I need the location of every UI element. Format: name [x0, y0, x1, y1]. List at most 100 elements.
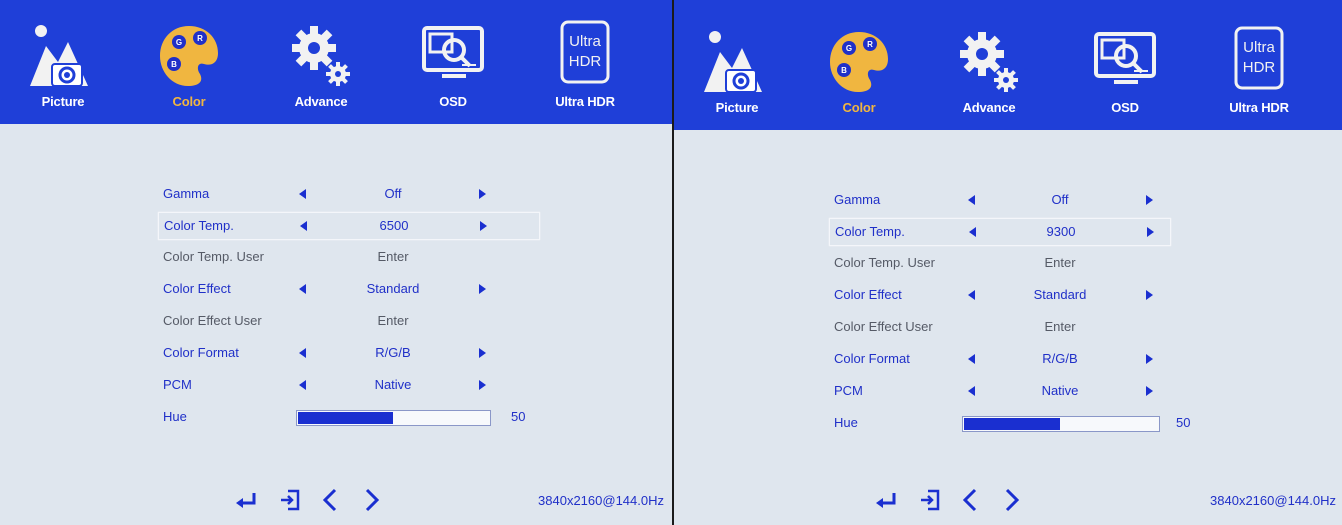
chevron-left-icon[interactable] [318, 487, 344, 513]
menu-row-label: PCM [163, 377, 192, 392]
resolution-readout: 3840x2160@144.0Hz [538, 493, 664, 508]
menu-row-value: Enter [1044, 319, 1076, 334]
gears-icon [292, 26, 350, 86]
svg-text:B: B [841, 66, 847, 75]
arrow-right-icon[interactable] [479, 348, 486, 358]
monitor-search-icon [1094, 32, 1156, 84]
menu-row-value: Off [384, 186, 402, 201]
arrow-right-icon[interactable] [1146, 386, 1153, 396]
gears-icon [960, 32, 1018, 92]
ultra-badge-line1: Ultra [1243, 39, 1275, 56]
arrow-left-icon[interactable] [299, 380, 306, 390]
osd-panel-right: Picture G R B Color Advance OSD Ultra HD… [674, 0, 1342, 525]
tab-color[interactable]: G R B Color [804, 12, 914, 120]
menu-row-label: Color Temp. [164, 218, 234, 233]
chevron-right-icon[interactable] [358, 487, 384, 513]
palette-icon: G R B [160, 26, 218, 86]
tab-picture[interactable]: Picture [682, 12, 792, 120]
arrow-right-icon[interactable] [1146, 354, 1153, 364]
menu-row-value: Off [1051, 192, 1069, 207]
menu-row-color-effect-user[interactable]: Color Effect User Enter [834, 314, 1214, 340]
menu-row-hue[interactable]: Hue 50 [834, 410, 1214, 436]
osd-panel-left: Picture G R B Color Advance OSD Ultra HD… [0, 0, 672, 525]
menu-row-value: Enter [377, 249, 409, 264]
tab-picture[interactable]: Picture [8, 6, 118, 114]
menu-row-color-format[interactable]: Color Format R/G/B [163, 340, 543, 366]
tab-color[interactable]: G R B Color [134, 6, 244, 114]
tab-osd[interactable]: OSD [398, 6, 508, 114]
tab-bar: Picture G R B Color Advance OSD Ultra HD… [0, 0, 672, 124]
arrow-right-icon[interactable] [480, 221, 487, 231]
menu-row-color-temp-user[interactable]: Color Temp. User Enter [834, 250, 1214, 276]
menu-row-color-temp[interactable]: Color Temp. 9300 [829, 218, 1171, 246]
enter-icon[interactable] [234, 487, 260, 513]
arrow-left-icon[interactable] [299, 189, 306, 199]
picture-icon [704, 31, 762, 93]
tab-label: Picture [41, 94, 85, 109]
menu-row-label: Color Temp. User [834, 255, 935, 270]
arrow-left-icon[interactable] [300, 221, 307, 231]
menu-row-color-temp-user[interactable]: Color Temp. User Enter [163, 244, 543, 270]
menu-row-label: Color Temp. [835, 224, 905, 239]
hue-value: 50 [511, 409, 526, 424]
tab-label: OSD [439, 94, 467, 109]
exit-icon[interactable] [278, 487, 304, 513]
arrow-right-icon[interactable] [1146, 290, 1153, 300]
menu-row-gamma[interactable]: Gamma Off [834, 187, 1214, 213]
arrow-right-icon[interactable] [479, 284, 486, 294]
color-menu: Gamma Off Color Temp. 9300 Color Temp. U… [674, 130, 1342, 525]
arrow-left-icon[interactable] [969, 227, 976, 237]
svg-text:R: R [867, 40, 873, 49]
menu-row-gamma[interactable]: Gamma Off [163, 181, 543, 207]
menu-row-color-effect[interactable]: Color Effect Standard [163, 276, 543, 302]
menu-row-value: 6500 [379, 218, 409, 233]
menu-row-value: Enter [377, 313, 409, 328]
menu-row-label: Gamma [163, 186, 210, 201]
arrow-left-icon[interactable] [968, 195, 975, 205]
tab-advance[interactable]: Advance [266, 6, 376, 114]
arrow-left-icon[interactable] [968, 386, 975, 396]
menu-row-label: Color Effect [163, 281, 231, 296]
tab-ultra-hdr[interactable]: Ultra HDR Ultra HDR [1204, 12, 1314, 120]
menu-row-pcm[interactable]: PCM Native [163, 372, 543, 398]
ultra-badge-line2: HDR [569, 53, 602, 70]
tab-label: Advance [962, 100, 1016, 115]
chevron-left-icon[interactable] [958, 487, 984, 513]
ultra-badge-line1: Ultra [569, 33, 601, 50]
menu-row-color-format[interactable]: Color Format R/G/B [834, 346, 1214, 372]
tab-ultra-hdr[interactable]: Ultra HDR Ultra HDR [530, 6, 640, 114]
tab-label: OSD [1111, 100, 1139, 115]
monitor-search-icon [422, 26, 484, 78]
menu-row-color-effect[interactable]: Color Effect Standard [834, 282, 1214, 308]
arrow-left-icon[interactable] [299, 348, 306, 358]
hue-slider[interactable] [296, 410, 491, 426]
menu-row-label: PCM [834, 383, 863, 398]
arrow-left-icon[interactable] [968, 290, 975, 300]
menu-row-value: Standard [1033, 287, 1087, 302]
arrow-left-icon[interactable] [968, 354, 975, 364]
arrow-left-icon[interactable] [299, 284, 306, 294]
chevron-right-icon[interactable] [998, 487, 1024, 513]
exit-icon[interactable] [918, 487, 944, 513]
menu-row-color-temp[interactable]: Color Temp. 6500 [158, 212, 540, 240]
bottom-bar: 3840x2160@144.0Hz [0, 479, 672, 525]
menu-row-label: Color Effect User [834, 319, 933, 334]
menu-row-value: Enter [1044, 255, 1076, 270]
menu-row-value: R/G/B [375, 345, 411, 360]
arrow-right-icon[interactable] [1147, 227, 1154, 237]
tab-label: Ultra HDR [1229, 100, 1289, 115]
menu-row-color-effect-user[interactable]: Color Effect User Enter [163, 308, 543, 334]
tab-advance[interactable]: Advance [934, 12, 1044, 120]
tab-label: Ultra HDR [555, 94, 615, 109]
menu-row-pcm[interactable]: PCM Native [834, 378, 1214, 404]
bottom-bar: 3840x2160@144.0Hz [674, 479, 1342, 525]
menu-row-hue[interactable]: Hue 50 [163, 404, 543, 430]
tab-osd[interactable]: OSD [1070, 12, 1180, 120]
arrow-right-icon[interactable] [1146, 195, 1153, 205]
arrow-right-icon[interactable] [479, 380, 486, 390]
arrow-right-icon[interactable] [479, 189, 486, 199]
menu-row-label: Color Format [834, 351, 910, 366]
enter-icon[interactable] [874, 487, 900, 513]
hue-slider-fill [298, 412, 393, 424]
hue-slider[interactable] [962, 416, 1160, 432]
